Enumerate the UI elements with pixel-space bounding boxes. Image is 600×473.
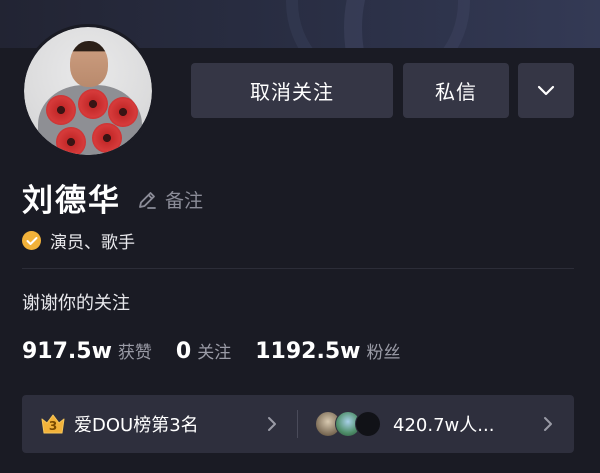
unfollow-button-label: 取消关注 [250,80,334,104]
crown-number: 3 [48,419,58,433]
profile-signature: 谢谢你的关注 [22,293,130,314]
message-button[interactable]: 私信 [403,63,509,118]
crown-icon: 3 [40,413,66,435]
check-badge-icon [22,231,41,250]
rank-divider [297,410,298,438]
sweater-flower [46,95,76,125]
rank-link[interactable]: 3 爱DOU榜第3名 [40,395,199,453]
pencil-icon [139,191,156,209]
stat-following-value: 0 [175,339,192,364]
avatar-face [70,41,108,87]
rank-text: 爱DOU榜第3名 [74,415,199,436]
stat-likes: 917.5w 获赞 [22,338,152,364]
stat-likes-value: 917.5w [22,339,112,364]
chevron-right-icon[interactable] [266,415,278,433]
fan-avatar [355,411,381,437]
chevron-right-icon[interactable] [542,415,554,433]
avatar[interactable] [21,24,155,158]
sweater-flower [78,89,108,119]
sweater-flower [92,123,122,153]
chevron-down-icon [537,85,555,95]
profile-name: 刘德华 [22,183,121,219]
verification-row: 演员、歌手 [22,228,135,253]
stat-following[interactable]: 0 关注 [176,338,231,364]
edit-remark-button[interactable]: 备注 [136,186,203,213]
stats-row: 917.5w 获赞 0 关注 1192.5w 粉丝 [22,338,424,364]
stat-likes-label: 获赞 [117,343,152,363]
verification-text: 演员、歌手 [50,233,135,253]
stat-following-label: 关注 [197,343,232,363]
divider [22,268,574,269]
banner-decoration [286,0,470,48]
remark-label: 备注 [165,190,204,212]
unfollow-button[interactable]: 取消关注 [191,63,393,118]
stat-followers-value: 1192.5w [255,339,361,364]
fan-avatars[interactable] [315,411,385,437]
more-options-button[interactable] [518,63,574,118]
sweater-flower [56,127,86,155]
stat-followers[interactable]: 1192.5w 粉丝 [255,338,400,364]
stat-followers-label: 粉丝 [366,343,401,363]
avatar-sweater [38,85,142,155]
fans-count-text[interactable]: 420.7w人... [393,395,494,453]
sweater-flower [108,97,138,127]
avatar-image [24,27,152,155]
rank-bar: 3 爱DOU榜第3名 420.7w人... [22,395,574,453]
message-button-label: 私信 [435,80,477,104]
